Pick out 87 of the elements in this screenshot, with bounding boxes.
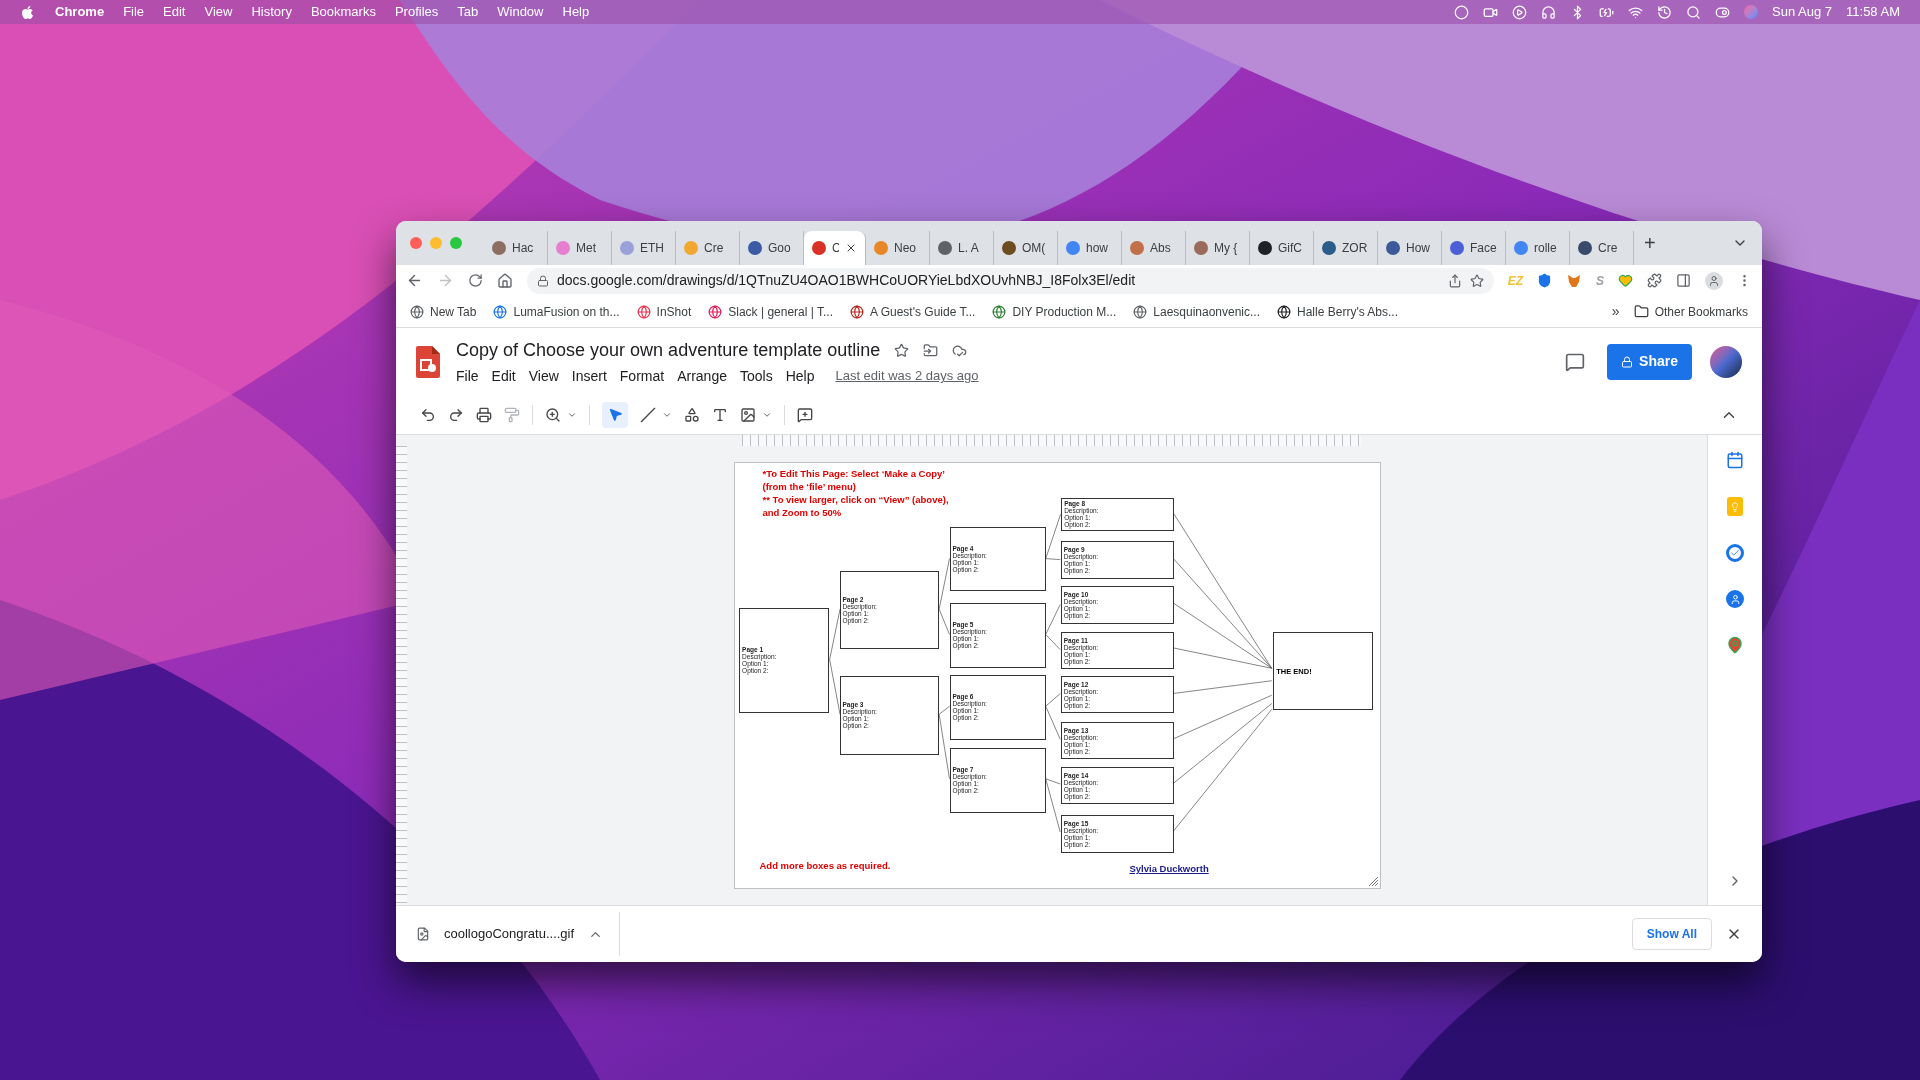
menu-item[interactable]: History xyxy=(251,2,292,22)
doc-menu-item[interactable]: File xyxy=(456,365,479,387)
lock-icon xyxy=(1621,355,1634,368)
heart-icon[interactable] xyxy=(1618,273,1633,288)
other-bookmarks[interactable]: Other Bookmarks xyxy=(1654,302,1748,321)
note-text: Add more boxes as required. xyxy=(759,859,891,873)
reload-icon[interactable] xyxy=(468,273,483,288)
add-comment-icon[interactable] xyxy=(797,406,813,423)
menu-item[interactable]: File xyxy=(123,2,145,22)
contacts-icon[interactable] xyxy=(1726,590,1744,608)
profile-icon[interactable] xyxy=(1705,271,1723,290)
pointer-icon xyxy=(607,407,623,422)
new-tab-button[interactable]: + xyxy=(1644,233,1656,253)
doc-menu-item[interactable]: Tools xyxy=(739,365,773,387)
bookmark[interactable]: Slack | general | T... xyxy=(708,302,833,321)
menu-item[interactable]: Bookmarks xyxy=(310,2,376,22)
search-icon[interactable] xyxy=(1686,4,1702,20)
side-panel-icon[interactable] xyxy=(1676,273,1691,288)
clock-icon[interactable] xyxy=(1657,4,1673,20)
extensions-icon[interactable] xyxy=(1647,273,1662,288)
select-tool[interactable] xyxy=(602,401,628,428)
shape-tool-icon[interactable] xyxy=(684,406,700,423)
doc-menu-item[interactable]: Help xyxy=(785,365,815,387)
show-all-button[interactable]: Show All xyxy=(1631,918,1712,950)
menu-item[interactable]: Edit xyxy=(163,2,186,22)
download-item[interactable]: coollogoCongratu....gif xyxy=(444,924,575,944)
apple-icon[interactable] xyxy=(20,4,35,20)
bookmark[interactable]: DIY Production M... xyxy=(992,302,1117,321)
bookmark[interactable]: New Tab xyxy=(410,302,477,321)
menu-date[interactable]: Sun Aug 7 xyxy=(1772,2,1833,22)
play-icon[interactable] xyxy=(1512,4,1528,20)
bookmark[interactable]: Halle Berry's Abs... xyxy=(1277,302,1399,321)
bookmark[interactable]: A Guest's Guide T... xyxy=(850,302,976,321)
comments-icon[interactable] xyxy=(1565,351,1586,372)
doc-menu-item[interactable]: Insert xyxy=(571,365,607,387)
menu-item[interactable]: Help xyxy=(562,2,590,22)
close-window-button[interactable] xyxy=(410,237,422,249)
menu-item[interactable]: View xyxy=(204,2,233,22)
image-icon[interactable] xyxy=(740,406,756,423)
share-page-icon[interactable] xyxy=(1447,273,1462,288)
cloud-icon[interactable] xyxy=(952,342,968,358)
calendar-icon[interactable] xyxy=(1726,451,1744,469)
control-center-icon[interactable] xyxy=(1715,4,1731,20)
document-title[interactable]: Copy of Choose your own adventure template outline xyxy=(456,336,881,364)
drawings-logo-icon xyxy=(416,345,440,378)
headphones-icon[interactable] xyxy=(1541,4,1557,20)
bookmark[interactable]: Laesquinaonvenic... xyxy=(1133,302,1261,321)
menu-item[interactable]: Window xyxy=(497,2,544,22)
folder-icon xyxy=(1633,304,1649,319)
file-icon xyxy=(416,926,430,942)
bookmark[interactable]: LumaFusion on th... xyxy=(493,302,620,321)
bookmark[interactable]: InShot xyxy=(636,302,692,321)
resize-handle-icon[interactable] xyxy=(1367,876,1378,886)
share-button[interactable]: Share xyxy=(1607,343,1692,380)
avatar[interactable] xyxy=(1710,345,1742,378)
redo-icon[interactable] xyxy=(448,406,464,423)
doc-menu-item[interactable]: Arrange xyxy=(677,365,727,387)
text-box-icon[interactable] xyxy=(712,406,728,423)
bookmark-star-icon[interactable] xyxy=(1469,273,1484,288)
doc-menu-item[interactable]: Edit xyxy=(491,365,516,387)
more-bookmarks-button[interactable]: » xyxy=(1611,301,1620,322)
menu-time[interactable]: 11:58 AM xyxy=(1846,2,1900,22)
home-icon[interactable] xyxy=(497,272,513,289)
doc-menu-item[interactable]: Format xyxy=(619,365,665,387)
author-link[interactable]: Sylvia Duckworth xyxy=(1129,862,1209,877)
undo-icon[interactable] xyxy=(420,406,436,423)
tasks-icon[interactable] xyxy=(1726,544,1744,562)
star-icon[interactable] xyxy=(894,342,910,358)
zoom-icon[interactable] xyxy=(545,406,561,423)
print-icon[interactable] xyxy=(476,406,492,423)
menu-item[interactable]: Tab xyxy=(457,2,479,22)
menu-item[interactable]: Chrome xyxy=(55,2,105,22)
last-edit-link[interactable]: Last edit was 2 days ago xyxy=(835,366,979,386)
record-icon[interactable] xyxy=(1454,4,1470,20)
close-tab-icon[interactable] xyxy=(845,242,857,254)
move-icon[interactable] xyxy=(923,342,939,358)
menu-item[interactable]: Profiles xyxy=(394,2,439,22)
lock-icon xyxy=(537,274,549,287)
wifi-icon[interactable] xyxy=(1628,4,1644,20)
address-field[interactable]: docs.google.com/drawings/d/1QTnuZU4OAO1BWHCoUORYieLbdXOUvhNBJ_I8Folx3El/edit xyxy=(527,267,1494,294)
shield-icon[interactable] xyxy=(1537,273,1552,288)
back-icon[interactable] xyxy=(406,272,423,289)
maps-icon[interactable] xyxy=(1726,636,1744,654)
line-tool-icon[interactable] xyxy=(640,406,656,423)
doc-menu-item[interactable]: View xyxy=(528,365,559,387)
fox-icon[interactable] xyxy=(1566,272,1582,289)
instructions-text: *To Edit This Page: Select ‘Make a Copy’ (from the ‘file’ menu) ** To view larger, click on “View” (above), and Zoom to 50% xyxy=(762,467,949,519)
